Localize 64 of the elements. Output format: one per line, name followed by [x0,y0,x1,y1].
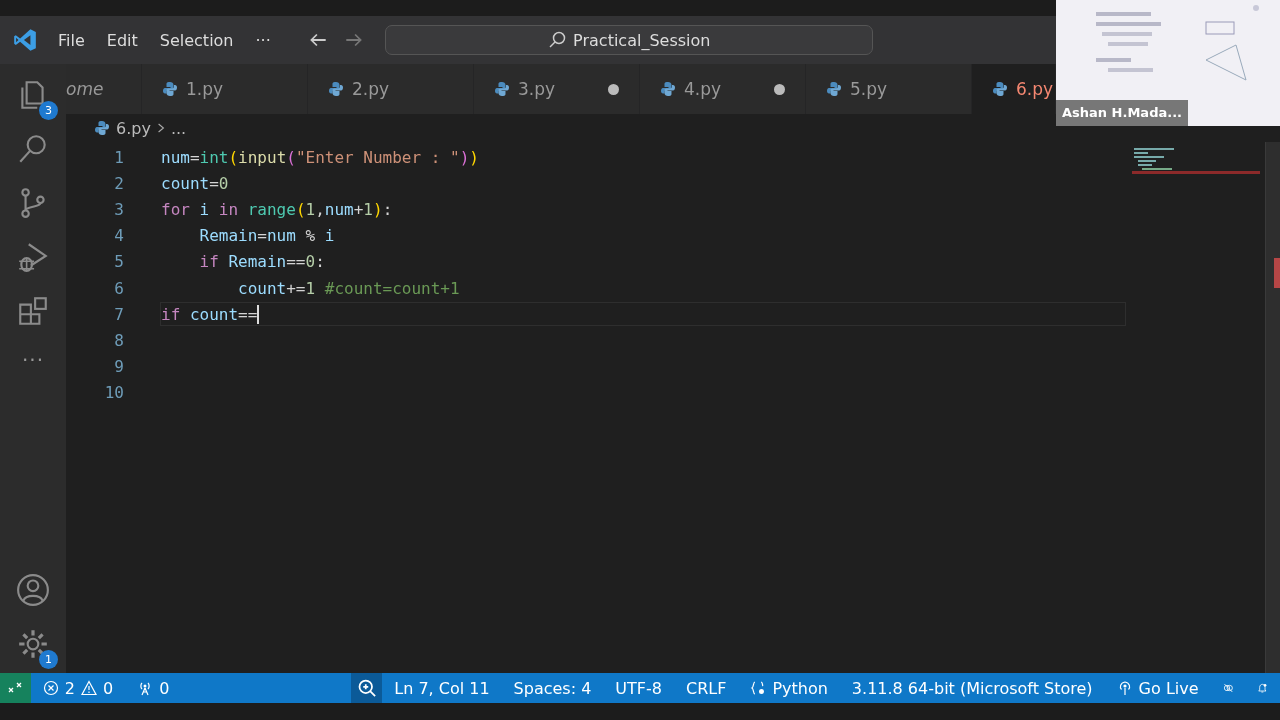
line-number: 4 [113,226,124,246]
breadcrumb-item[interactable]: 6.py [116,118,151,138]
line-number: 5 [113,252,124,272]
problems-button[interactable]: 2 0 [30,678,126,698]
editor-tab[interactable]: 3.py [474,64,640,114]
code-line: num=int(input("Enter Number : ")) [161,147,479,167]
code-line: if count== [161,304,260,324]
search-icon [547,30,568,50]
editor-tab[interactable]: ome [66,64,142,114]
python-file-icon [328,81,344,97]
more-button[interactable]: ··· [21,348,45,372]
menu-item[interactable]: Edit [106,30,138,50]
menu-item[interactable]: Selection [159,30,234,50]
line-number: 3 [113,199,124,219]
python-file-icon [494,81,510,97]
line-number: 7 [113,304,124,324]
line-number: 8 [113,330,124,350]
run-debug-icon[interactable] [16,240,50,274]
code-line: if Remain==0: [198,252,325,272]
menu-item[interactable]: ··· [255,30,271,50]
menu-item[interactable]: File [58,30,85,50]
python-file-icon [94,120,110,136]
settings-icon[interactable] [16,627,50,661]
code-line: for i in range(1,num+1): [161,199,393,219]
account-icon[interactable] [16,573,50,607]
ports-button[interactable]: 0 [125,678,182,698]
notification-badge: 3 [39,101,58,120]
interpreter[interactable]: 3.11.8 64-bit (Microsoft Store) [839,678,1105,698]
editor-tab[interactable]: 5.py [806,64,972,114]
line-ending[interactable]: CRLF [674,678,739,698]
code-line: Remain=num % i [198,226,335,246]
zoom-in-icon [356,678,377,698]
line-number: 1 [113,147,124,167]
go-live-button[interactable]: Go Live [1104,678,1211,698]
line-number: 10 [103,383,124,403]
editor-tab[interactable]: 4.py [640,64,806,114]
command-search-field[interactable]: Practical_Session [384,25,873,55]
editor-tab[interactable]: 6.py [972,64,1056,114]
editor-tab[interactable]: 2.py [308,64,474,114]
line-number: 2 [113,173,124,193]
line-number: 9 [113,357,124,377]
cursor-position[interactable]: Ln 7, Col 11 [382,678,502,698]
breadcrumb-item[interactable]: ... [170,118,187,138]
warning-icon [81,680,98,696]
editor-tab[interactable]: 1.py [142,64,308,114]
participant-name: Ashan H.Mada... [1056,100,1189,126]
indentation[interactable]: Spaces: 4 [501,678,604,698]
code-line: count+=1 #count=count+1 [237,278,460,298]
error-icon [42,680,59,696]
chevron-icon [156,121,165,135]
vscode-logo-icon [12,27,38,53]
encoding[interactable]: UTF-8 [603,678,674,698]
code-line: count=0 [161,173,229,193]
braces-icon [750,680,767,696]
scrollbar[interactable] [1265,142,1280,673]
language-button[interactable]: Python [738,678,840,698]
zoom-button[interactable] [351,673,383,703]
extensions-icon[interactable] [16,294,50,328]
notification-badge: 1 [39,650,58,669]
python-file-icon [660,81,676,97]
python-file-icon [162,81,178,97]
python-file-icon [992,81,1008,97]
python-file-icon [826,81,842,97]
line-number: 6 [113,278,124,298]
